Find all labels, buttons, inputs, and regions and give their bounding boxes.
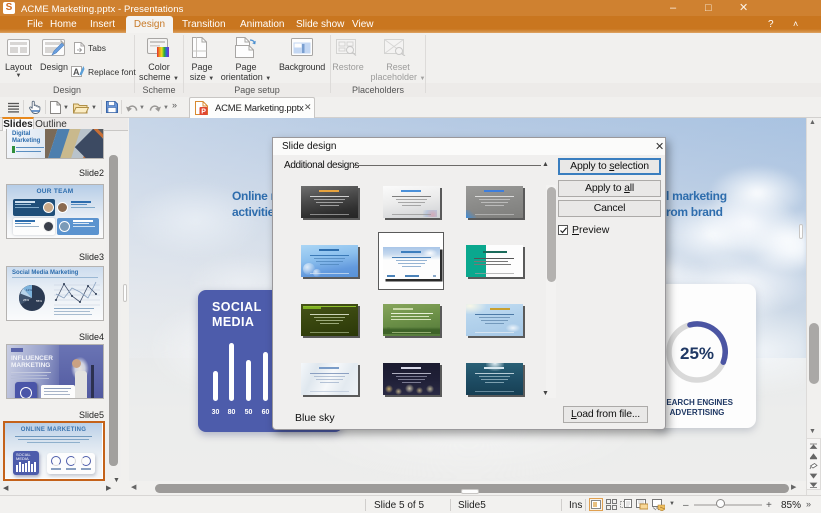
svg-text:P: P xyxy=(201,109,206,115)
svg-text:12%: 12% xyxy=(26,288,32,292)
svg-text:25%: 25% xyxy=(23,298,29,302)
svg-text:55%: 55% xyxy=(36,299,42,303)
svg-text:A: A xyxy=(73,67,80,77)
